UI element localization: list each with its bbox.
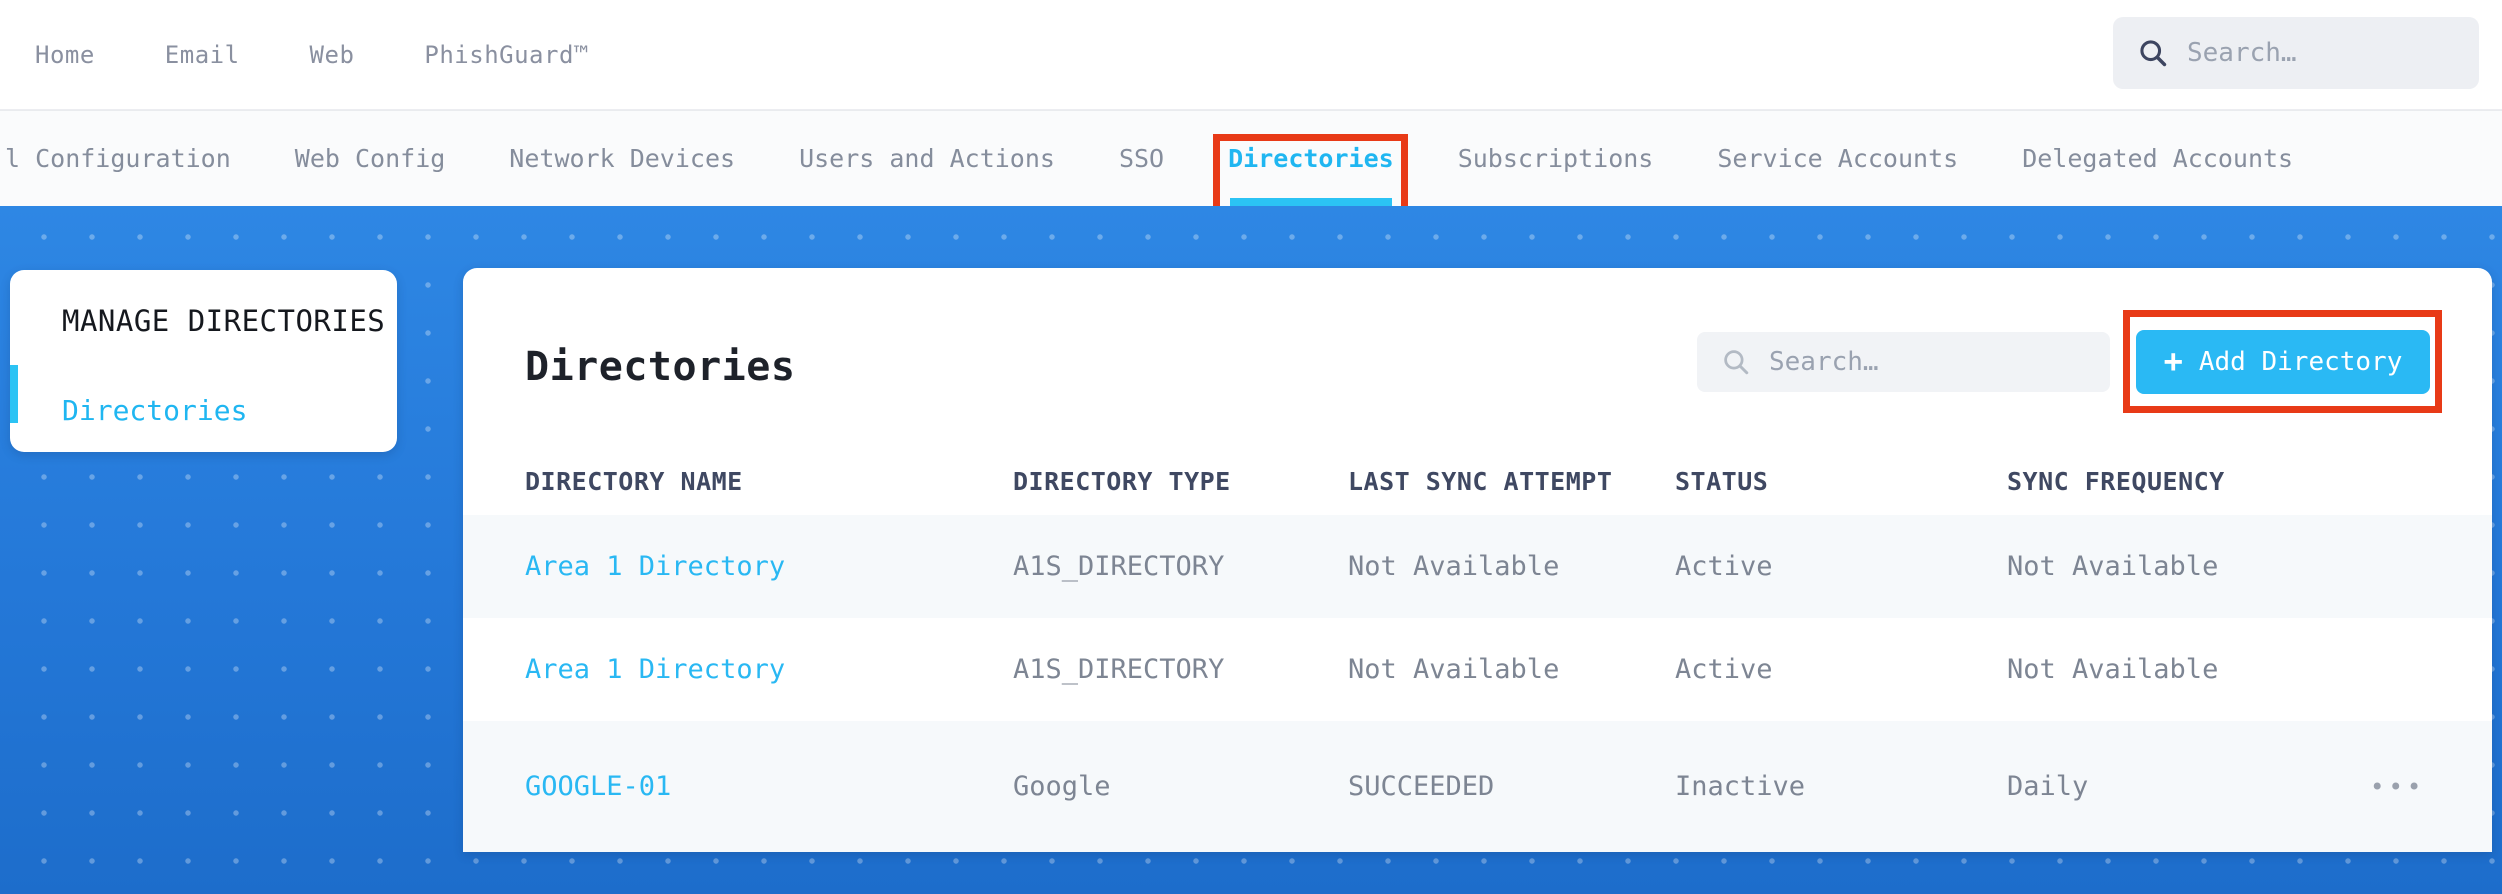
global-search-input[interactable] [2187, 38, 2455, 68]
status-value: Active [1675, 654, 1773, 685]
global-search[interactable] [2113, 17, 2479, 89]
directory-type-value: A1S_DIRECTORY [1013, 654, 1225, 685]
last-sync-value: Not Available [1348, 551, 1560, 582]
directories-search[interactable] [1697, 332, 2110, 392]
topnav-item-email[interactable]: Email [165, 41, 240, 69]
column-header-directory-name: DIRECTORY NAME [525, 467, 743, 496]
sync-frequency-value: Not Available [2007, 551, 2219, 582]
tab-sso[interactable]: SSO [1119, 111, 1164, 207]
column-header-status: STATUS [1675, 467, 1769, 496]
topnav-item-web[interactable]: Web [310, 41, 355, 69]
directory-name-link[interactable]: Area 1 Directory [525, 654, 1013, 685]
column-header-sync-frequency: SYNC FREQUENCY [2007, 467, 2225, 496]
tab-delegated-accounts[interactable]: Delegated Accounts [2022, 111, 2293, 207]
table-row: Area 1 Directory A1S_DIRECTORY Not Avail… [463, 515, 2492, 618]
sync-frequency-value: Not Available [2007, 654, 2219, 685]
manage-directories-card: MANAGE DIRECTORIES Directories [10, 270, 397, 452]
topnav-item-phishguard[interactable]: PhishGuard™ [424, 41, 588, 69]
tab-network-devices[interactable]: Network Devices [509, 111, 735, 207]
column-header-directory-type: DIRECTORY TYPE [1013, 467, 1231, 496]
tab-service-accounts[interactable]: Service Accounts [1717, 111, 1958, 207]
sidebar-title: MANAGE DIRECTORIES [62, 304, 386, 338]
status-value: Inactive [1675, 771, 1806, 802]
page-title: Directories [525, 344, 796, 390]
add-directory-button[interactable]: + Add Directory [2136, 330, 2430, 394]
workspace-background: MANAGE DIRECTORIES Directories Directori… [0, 206, 2502, 894]
directories-search-input[interactable] [1769, 347, 2086, 377]
tab-subscriptions[interactable]: Subscriptions [1458, 111, 1654, 207]
sidebar-item-directories[interactable]: Directories [62, 394, 247, 427]
tab-directories-label: Directories [1228, 143, 1394, 173]
sync-frequency-value: Daily [2007, 771, 2089, 802]
last-sync-value: Not Available [1348, 654, 1560, 685]
table-row: GOOGLE-01 Google SUCCEEDED Inactive Dail… [463, 721, 2492, 852]
status-value: Active [1675, 551, 1773, 582]
top-navbar: Home Email Web PhishGuard™ [0, 0, 2502, 110]
tab-users-and-actions[interactable]: Users and Actions [799, 111, 1055, 207]
column-header-last-sync-attempt: LAST SYNC ATTEMPT [1348, 467, 1613, 496]
topnav-items: Home Email Web PhishGuard™ [35, 0, 589, 110]
settings-tabbar: l Configuration Web Config Network Devic… [0, 110, 2502, 222]
table-header-row: DIRECTORY NAME DIRECTORY TYPE LAST SYNC … [463, 448, 2492, 515]
directories-table: DIRECTORY NAME DIRECTORY TYPE LAST SYNC … [463, 448, 2492, 852]
add-directory-button-wrap: + Add Directory [2123, 310, 2442, 413]
directory-name-link[interactable]: Area 1 Directory [525, 551, 1013, 582]
tab-email-configuration[interactable]: l Configuration [5, 111, 231, 207]
tab-directories[interactable]: Directories [1213, 111, 1408, 222]
app-screen: Home Email Web PhishGuard™ l Configurati… [0, 0, 2502, 894]
directory-name-link[interactable]: GOOGLE-01 [525, 771, 1013, 802]
directory-type-value: Google [1013, 771, 1111, 802]
plus-icon: + [2163, 341, 2183, 380]
ellipsis-menu-icon[interactable]: ••• [2370, 773, 2462, 801]
directories-card: Directories + Add Directory DIRECTORY NA [463, 268, 2492, 852]
tab-web-config[interactable]: Web Config [295, 111, 446, 207]
sidebar-active-indicator [10, 365, 18, 423]
last-sync-value: SUCCEEDED [1348, 771, 1495, 802]
table-row: Area 1 Directory A1S_DIRECTORY Not Avail… [463, 618, 2492, 721]
search-icon [1724, 350, 1749, 375]
directory-type-value: A1S_DIRECTORY [1013, 551, 1225, 582]
search-icon [2140, 40, 2167, 67]
add-directory-button-label: Add Directory [2198, 347, 2403, 377]
topnav-item-home[interactable]: Home [35, 41, 95, 69]
